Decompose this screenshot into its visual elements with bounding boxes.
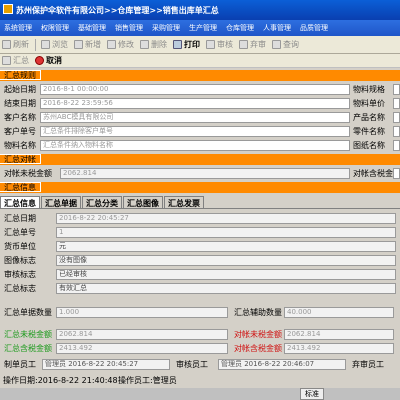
auditor-input[interactable]: 管理员 2016-8-22 20:46:07 bbox=[218, 359, 346, 370]
material-spec-label: 物料规格 bbox=[353, 85, 385, 94]
toolbar: 刷新 浏览 新增 修改 删除 打印 审核 弃审 查询 bbox=[0, 36, 400, 54]
cancel-button[interactable]: 取消 bbox=[35, 55, 62, 66]
summary-button[interactable]: 汇总 bbox=[2, 55, 29, 66]
material-name-input[interactable]: 汇总条件纳入物料名称 bbox=[40, 140, 350, 151]
app-icon bbox=[3, 4, 13, 14]
row-staff: 制单员工 管理员 2016-8-22 20:45:27 审核员工 管理员 201… bbox=[4, 359, 384, 370]
add-button[interactable]: 新增 bbox=[74, 39, 101, 50]
customer-no-input[interactable]: 汇总条件排除客户单号 bbox=[40, 126, 350, 137]
info-tabs: 汇总信息 汇总单据 汇总分类 汇总图像 汇总发票 bbox=[0, 196, 400, 209]
tab-summary-docs[interactable]: 汇总单据 bbox=[41, 196, 81, 208]
summary-icon bbox=[2, 56, 11, 65]
add-icon bbox=[74, 40, 83, 49]
row-end-date: 结束日期 2016-8-22 23:59:56 bbox=[0, 97, 400, 110]
status-bar: 操作日期:2016-8-22 21:40:48 操作员工:管理员 bbox=[0, 374, 400, 387]
row-material: 物料名称 汇总条件纳入物料名称 bbox=[0, 139, 400, 152]
edit-button[interactable]: 修改 bbox=[107, 39, 134, 50]
op-date: 操作日期:2016-8-22 21:40:48 bbox=[3, 376, 118, 385]
title-bar: 苏州保护伞软件有限公司>>仓库管理>>销售出库单汇总 bbox=[0, 0, 400, 20]
menu-item-purchase[interactable]: 采购管理 bbox=[152, 23, 180, 33]
menu-item-production[interactable]: 生产管理 bbox=[189, 23, 217, 33]
product-name-label: 产品名称 bbox=[353, 113, 385, 122]
refresh-button[interactable]: 刷新 bbox=[2, 39, 29, 50]
query-button[interactable]: 查询 bbox=[272, 39, 299, 50]
info-date-input[interactable]: 2016-8-22 20:45:27 bbox=[56, 213, 396, 224]
operator: 操作员工:管理员 bbox=[118, 376, 177, 385]
product-name-input[interactable] bbox=[393, 112, 400, 123]
print-icon bbox=[173, 40, 182, 49]
drawing-name-input[interactable] bbox=[393, 140, 400, 151]
menu-item-basic[interactable]: 基础管理 bbox=[78, 23, 106, 33]
menu-item-hr[interactable]: 人事管理 bbox=[263, 23, 291, 33]
summary-aux-qty-input[interactable]: 40.000 bbox=[284, 307, 394, 318]
row-info-audit: 审核标志 已经审核 bbox=[0, 268, 400, 281]
row-info-no: 汇总单号 1 bbox=[0, 226, 400, 239]
section-reconcile: 汇总对帐 bbox=[0, 154, 400, 165]
menu-item-permission[interactable]: 权限管理 bbox=[41, 23, 69, 33]
summary-qty-input[interactable]: 1.000 bbox=[56, 307, 228, 318]
material-price-label: 物料单价 bbox=[353, 99, 385, 108]
tab-summary-category[interactable]: 汇总分类 bbox=[82, 196, 122, 208]
row-info-currency: 货币单位 元 bbox=[0, 240, 400, 253]
abandon-icon bbox=[239, 40, 248, 49]
currency-input[interactable]: 元 bbox=[56, 241, 396, 252]
row-taxed: 汇总含税金额 2413.492 对帐含税金额 2413.492 bbox=[0, 342, 400, 355]
material-price-input[interactable] bbox=[393, 98, 400, 109]
customer-name-input[interactable]: 苏州ABC模具有限公司 bbox=[40, 112, 350, 123]
start-date-input[interactable]: 2016-8-1 00:00:00 bbox=[40, 84, 350, 95]
section-rules: 汇总规则 bbox=[0, 70, 400, 81]
recon-taxed-input[interactable]: 2413.492 bbox=[284, 343, 394, 354]
row-reconcile: 对帐未税金额 2062.814 bbox=[0, 167, 400, 180]
tab-summary-invoice[interactable]: 汇总发票 bbox=[164, 196, 204, 208]
part-name-label: 零件名称 bbox=[353, 127, 385, 136]
menu-bar: 系统管理 权限管理 基础管理 销售管理 采购管理 生产管理 仓库管理 人事管理 … bbox=[0, 20, 400, 36]
taskbar: 标准 bbox=[0, 388, 400, 400]
audit-button[interactable]: 审核 bbox=[206, 39, 233, 50]
row-untaxed: 汇总未税金额 2062.814 对帐未税金额 2062.814 bbox=[0, 328, 400, 341]
end-date-input[interactable]: 2016-8-22 23:59:56 bbox=[40, 98, 350, 109]
query-icon bbox=[272, 40, 281, 49]
audit-flag-input[interactable]: 已经审核 bbox=[56, 269, 396, 280]
menu-item-warehouse[interactable]: 仓库管理 bbox=[226, 23, 254, 33]
menu-item-quality[interactable]: 品质管理 bbox=[300, 23, 328, 33]
material-spec-input[interactable] bbox=[393, 84, 400, 95]
browse-button[interactable]: 浏览 bbox=[41, 39, 68, 50]
reconcile-untaxed-input[interactable]: 2062.814 bbox=[60, 168, 350, 179]
ime-mode[interactable]: 标准 bbox=[300, 388, 324, 400]
part-name-input[interactable] bbox=[393, 126, 400, 137]
summary-untaxed-input[interactable]: 2062.814 bbox=[56, 329, 228, 340]
tab-summary-info[interactable]: 汇总信息 bbox=[0, 196, 40, 208]
section-info: 汇总信息 bbox=[0, 182, 400, 193]
row-info-sumflag: 汇总标志 有效汇总 bbox=[0, 282, 400, 295]
refresh-icon bbox=[2, 40, 11, 49]
tab-summary-image[interactable]: 汇总图像 bbox=[123, 196, 163, 208]
delete-icon bbox=[140, 40, 149, 49]
audit-icon bbox=[206, 40, 215, 49]
print-button[interactable]: 打印 bbox=[173, 39, 200, 50]
abandon-audit-button[interactable]: 弃审 bbox=[239, 39, 266, 50]
reconcile-taxed-input[interactable] bbox=[393, 168, 400, 179]
menu-item-sales[interactable]: 销售管理 bbox=[115, 23, 143, 33]
maker-input[interactable]: 管理员 2016-8-22 20:45:27 bbox=[42, 359, 170, 370]
row-info-date: 汇总日期 2016-8-22 20:45:27 bbox=[0, 212, 400, 225]
menu-item-system[interactable]: 系统管理 bbox=[4, 23, 32, 33]
drawing-name-label: 图纸名称 bbox=[353, 141, 385, 150]
row-start-date: 起始日期 2016-8-1 00:00:00 bbox=[0, 83, 400, 96]
row-customer-name: 客户名称 苏州ABC模具有限公司 bbox=[0, 111, 400, 124]
info-no-input[interactable]: 1 bbox=[56, 227, 396, 238]
summary-flag-input[interactable]: 有效汇总 bbox=[56, 283, 396, 294]
delete-button[interactable]: 删除 bbox=[140, 39, 167, 50]
window-title: 苏州保护伞软件有限公司>>仓库管理>>销售出库单汇总 bbox=[16, 6, 219, 15]
recon-untaxed-input[interactable]: 2062.814 bbox=[284, 329, 394, 340]
image-flag-input[interactable]: 没有图像 bbox=[56, 255, 396, 266]
summary-toolbar: 汇总 取消 bbox=[0, 54, 400, 68]
row-info-image: 图像标志 没有图像 bbox=[0, 254, 400, 267]
edit-icon bbox=[107, 40, 116, 49]
row-customer-no: 客户单号 汇总条件排除客户单号 bbox=[0, 125, 400, 138]
cancel-icon bbox=[35, 56, 44, 65]
row-qty: 汇总单据数量 1.000 汇总辅助数量 40.000 bbox=[0, 306, 400, 319]
summary-taxed-input[interactable]: 2413.492 bbox=[56, 343, 228, 354]
browse-icon bbox=[41, 40, 50, 49]
